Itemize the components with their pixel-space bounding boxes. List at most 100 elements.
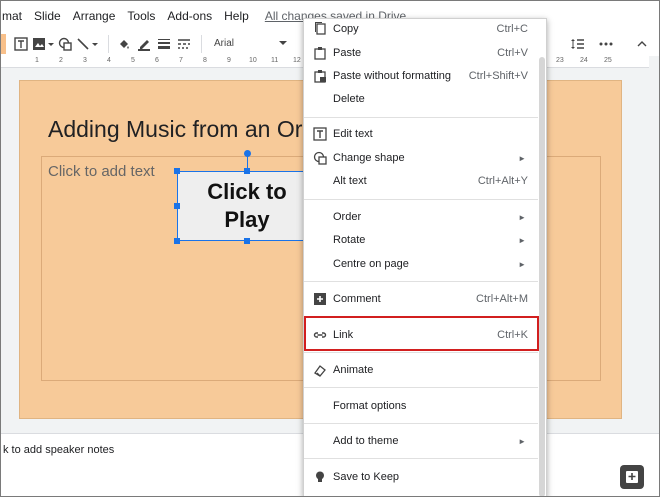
- menu-separator: [304, 423, 538, 424]
- text-box-icon[interactable]: [12, 34, 30, 54]
- ruler-number: 4: [107, 57, 111, 64]
- resize-handle[interactable]: [174, 203, 180, 209]
- submenu-arrow-icon: ►: [518, 259, 526, 269]
- change-shape-icon: [313, 151, 327, 165]
- menu-separator: [304, 117, 538, 118]
- menu-item-delete[interactable]: Delete: [304, 88, 540, 110]
- menu-item-label: Save to Keep: [333, 471, 400, 483]
- ruler-number: 7: [179, 57, 183, 64]
- menu-item-label: Centre on page: [333, 258, 409, 270]
- resize-handle[interactable]: [244, 168, 250, 174]
- menu-item-shortcut: Ctrl+V: [497, 47, 528, 59]
- menu-separator: [304, 387, 538, 388]
- font-select[interactable]: Arial: [214, 38, 274, 49]
- edit-text-icon: [313, 127, 327, 141]
- paste-plain-icon: [314, 70, 326, 83]
- canvas-scrollbar[interactable]: [649, 56, 659, 433]
- menu-item-label: Paste: [333, 47, 362, 59]
- link-highlight-box: [304, 316, 539, 351]
- ruler-number: 6: [155, 57, 159, 64]
- border-dash-icon[interactable]: [175, 34, 193, 54]
- menu-tools[interactable]: Tools: [121, 9, 161, 23]
- image-icon[interactable]: [32, 34, 54, 54]
- ruler-number: 1: [35, 57, 39, 64]
- submenu-arrow-icon: ►: [518, 212, 526, 222]
- menu-item-alt-text[interactable]: Alt text Ctrl+Alt+Y: [304, 170, 540, 192]
- menu-help[interactable]: Help: [218, 9, 255, 23]
- menu-item-change-shape[interactable]: Change shape ►: [304, 147, 540, 169]
- shape-icon[interactable]: [56, 34, 74, 54]
- menu-item-paste[interactable]: Paste Ctrl+V: [304, 42, 540, 64]
- menu-separator: [304, 281, 538, 282]
- menu-item-save-to-keep[interactable]: Save to Keep: [304, 466, 540, 488]
- line-spacing-icon[interactable]: [569, 34, 587, 54]
- submenu-arrow-icon: ►: [518, 436, 526, 446]
- menu-item-label: Add to theme: [333, 435, 399, 447]
- app-window: mat Slide Arrange Tools Add-ons Help All…: [0, 0, 660, 497]
- resize-handle[interactable]: [174, 238, 180, 244]
- toolbar-divider: [201, 34, 202, 53]
- submenu-arrow-icon: ►: [518, 153, 526, 163]
- menu-item-label: Paste without formatting: [333, 70, 452, 82]
- menu-format[interactable]: mat: [1, 9, 28, 23]
- ruler-number: 8: [203, 57, 207, 64]
- paste-icon: [314, 47, 326, 60]
- menu-separator: [304, 352, 538, 353]
- menu-item-shortcut: Ctrl+Alt+Y: [477, 175, 528, 187]
- menu-item-order[interactable]: Order ►: [304, 206, 540, 228]
- fill-color-icon[interactable]: [115, 34, 133, 54]
- menu-item-shortcut: Ctrl+C: [496, 23, 528, 35]
- chevron-down-icon[interactable]: [274, 34, 292, 54]
- menu-item-label: Change shape: [333, 152, 405, 164]
- ruler-number: 5: [131, 57, 135, 64]
- speaker-notes-placeholder: k to add speaker notes: [3, 444, 115, 456]
- context-menu-scrollbar[interactable]: [539, 57, 545, 496]
- menu-item-format-options[interactable]: Format options: [304, 395, 540, 417]
- menu-item-label: Format options: [333, 400, 407, 412]
- menu-addons[interactable]: Add-ons: [161, 9, 218, 23]
- menu-item-label: Alt text: [333, 175, 367, 187]
- ruler-number: 9: [227, 57, 231, 64]
- slide-title[interactable]: Adding Music from an Or: [48, 116, 308, 143]
- menu-item-label: Rotate: [333, 234, 366, 246]
- textbox-line-1: Click to: [207, 179, 287, 204]
- menu-item-centre-on-page[interactable]: Centre on page ►: [304, 253, 540, 275]
- resize-handle[interactable]: [174, 168, 180, 174]
- context-menu: Copy Ctrl+C Paste Ctrl+V Paste without f…: [303, 18, 547, 496]
- click-to-play-textbox[interactable]: Click to Play: [177, 171, 317, 241]
- menu-slide[interactable]: Slide: [28, 9, 67, 23]
- ruler-number: 23: [556, 57, 564, 64]
- ruler-number: 25: [604, 57, 612, 64]
- ruler-number: 3: [83, 57, 87, 64]
- menu-item-add-to-theme[interactable]: Add to theme ►: [304, 430, 540, 452]
- line-icon[interactable]: [76, 34, 100, 54]
- menu-item-label: Order: [333, 211, 362, 223]
- menu-item-label: Copy: [333, 23, 359, 35]
- body-placeholder-text: Click to add text: [48, 163, 155, 180]
- explore-button[interactable]: [620, 465, 644, 489]
- resize-handle[interactable]: [244, 238, 250, 244]
- submenu-arrow-icon: ►: [518, 235, 526, 245]
- copy-icon: [315, 22, 326, 35]
- menu-item-comment[interactable]: Comment Ctrl+Alt+M: [304, 288, 540, 310]
- more-icon[interactable]: [597, 34, 615, 54]
- menu-item-label: Animate: [333, 364, 374, 376]
- menu-item-copy[interactable]: Copy Ctrl+C: [304, 19, 540, 39]
- border-color-icon[interactable]: [135, 34, 153, 54]
- rotation-handle[interactable]: [244, 150, 251, 157]
- menu-item-edit-text[interactable]: Edit text: [304, 123, 540, 145]
- collapse-icon[interactable]: [633, 34, 651, 54]
- animate-icon: [314, 365, 326, 377]
- menu-arrange[interactable]: Arrange: [67, 9, 122, 23]
- toolbar-edge: [1, 33, 6, 54]
- ruler-number: 12: [293, 57, 301, 64]
- menu-item-shortcut: Ctrl+Shift+V: [468, 70, 528, 82]
- menu-item-paste-without-formatting[interactable]: Paste without formatting Ctrl+Shift+V: [304, 65, 540, 87]
- comment-icon: [314, 293, 326, 305]
- ruler-number: 2: [59, 57, 63, 64]
- border-weight-icon[interactable]: [155, 34, 173, 54]
- menu-item-label: Edit text: [333, 128, 373, 140]
- textbox-line-2: Play: [224, 207, 270, 232]
- menu-item-rotate[interactable]: Rotate ►: [304, 229, 540, 251]
- menu-item-animate[interactable]: Animate: [304, 359, 540, 381]
